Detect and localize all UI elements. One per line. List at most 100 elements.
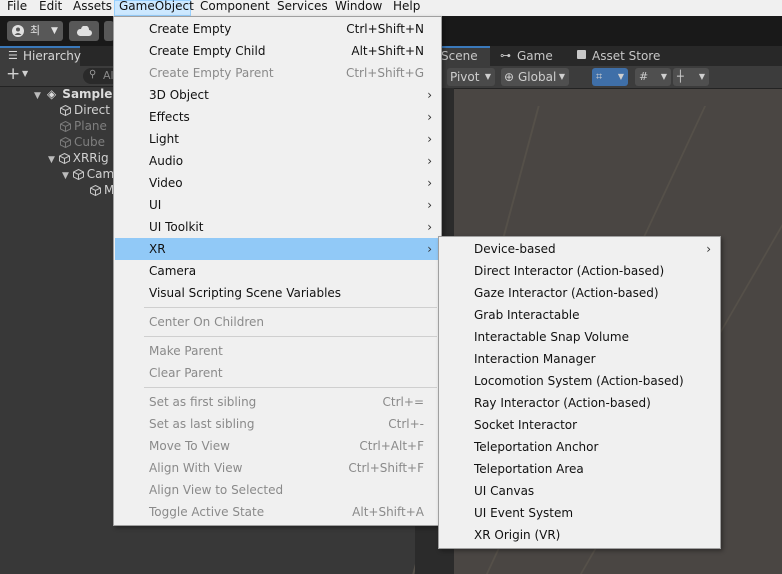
menu-edit[interactable]: Edit	[35, 0, 66, 16]
cloud-button[interactable]	[69, 21, 99, 41]
chevron-right-icon: ›	[427, 220, 432, 234]
menu-item-video[interactable]: Video ›	[115, 172, 440, 194]
chevron-right-icon: ›	[427, 154, 432, 168]
menu-item-teleportation-anchor[interactable]: Teleportation Anchor	[440, 436, 719, 458]
menu-item-interaction-manager[interactable]: Interaction Manager	[440, 348, 719, 370]
menu-item-make-parent[interactable]: Make Parent	[115, 340, 440, 362]
chevron-down-icon: ▼	[558, 72, 565, 81]
search-placeholder: Al	[103, 69, 114, 82]
menu-help[interactable]: Help	[389, 0, 424, 16]
pivot-toggle[interactable]: Pivot ▼	[447, 68, 495, 86]
menu-item-gaze-interactor[interactable]: Gaze Interactor (Action-based)	[440, 282, 719, 304]
menu-separator	[144, 336, 437, 337]
menu-item-locomotion-system[interactable]: Locomotion System (Action-based)	[440, 370, 719, 392]
menu-item-set-as-first-sibling[interactable]: Set as first sibling Ctrl+=	[115, 391, 440, 413]
menu-item-light[interactable]: Light ›	[115, 128, 440, 150]
increment-snap-button[interactable]: # ▼	[635, 68, 671, 86]
gamepad-icon: ⊶	[500, 49, 511, 62]
snap-increment-icon: #	[639, 70, 649, 83]
shortcut: Alt+Shift+A	[352, 505, 424, 519]
shortcut: Ctrl+Alt+F	[359, 439, 424, 453]
pivot-label: Pivot	[450, 70, 480, 84]
menu-item-create-empty-child[interactable]: Create Empty Child Alt+Shift+N	[115, 40, 440, 62]
tree-item[interactable]: Direct	[60, 102, 110, 118]
tree-item-label: Cam	[86, 167, 115, 181]
chevron-right-icon: ›	[427, 198, 432, 212]
tree-item[interactable]: Cube	[60, 134, 105, 150]
tab-game[interactable]: ⊶ Game	[498, 46, 568, 66]
unity-scene-icon: ◈	[46, 87, 57, 101]
menu-file[interactable]: File	[3, 0, 31, 16]
tree-item[interactable]: ▼ XRRig	[48, 150, 109, 166]
menu-item-ui-event-system[interactable]: UI Event System	[440, 502, 719, 524]
search-icon: ⚲	[89, 69, 97, 80]
gameobject-menu: Create Empty Ctrl+Shift+N Create Empty C…	[113, 16, 442, 526]
menu-item-grab-interactable[interactable]: Grab Interactable	[440, 304, 719, 326]
menu-item-camera[interactable]: Camera	[115, 260, 440, 282]
menu-gameobject[interactable]: GameObject	[114, 0, 194, 16]
tab-hierarchy[interactable]: ☰ Hierarchy	[0, 46, 81, 66]
menu-item-teleportation-area[interactable]: Teleportation Area	[440, 458, 719, 480]
menu-item-visual-scripting-scene-variables[interactable]: Visual Scripting Scene Variables	[115, 282, 440, 304]
tree-item[interactable]: ▼ Cam	[62, 166, 114, 182]
add-icon[interactable]: +	[6, 64, 20, 84]
menu-separator	[144, 387, 437, 388]
menu-item-direct-interactor[interactable]: Direct Interactor (Action-based)	[440, 260, 719, 282]
chevron-right-icon: ›	[706, 242, 711, 256]
menu-component[interactable]: Component	[196, 0, 274, 16]
menu-item-create-empty[interactable]: Create Empty Ctrl+Shift+N	[115, 18, 440, 40]
gameobject-cube-icon	[72, 169, 84, 180]
tree-item[interactable]: M	[90, 182, 114, 198]
grid-snapping-button[interactable]: ⌗ ▼	[592, 68, 628, 86]
menu-separator	[144, 307, 437, 308]
menu-item-move-to-view[interactable]: Move To View Ctrl+Alt+F	[115, 435, 440, 457]
scene-toolbar: Pivot ▼ ⊕ Global ▼ ⌗ ▼ # ▼ ┼ ▼	[415, 66, 782, 89]
menu-item-align-view-to-selected[interactable]: Align View to Selected	[115, 479, 440, 501]
gameobject-cube-icon	[90, 185, 101, 196]
menu-item-xr[interactable]: XR ›	[115, 238, 440, 260]
menu-item-ui[interactable]: UI ›	[115, 194, 440, 216]
menu-item-audio[interactable]: Audio ›	[115, 150, 440, 172]
menu-item-xr-origin-vr[interactable]: XR Origin (VR)	[440, 524, 719, 546]
menu-item-ui-toolkit[interactable]: UI Toolkit ›	[115, 216, 440, 238]
menu-item-center-on-children[interactable]: Center On Children	[115, 311, 440, 333]
tab-asset-store-label: Asset Store	[592, 49, 661, 63]
menu-item-ui-canvas[interactable]: UI Canvas	[440, 480, 719, 502]
shortcut: Ctrl+Shift+F	[348, 461, 424, 475]
menu-assets[interactable]: Assets	[69, 0, 116, 16]
menu-item-socket-interactor[interactable]: Socket Interactor	[440, 414, 719, 436]
ruler-snap-button[interactable]: ┼ ▼	[673, 68, 709, 86]
global-toggle[interactable]: ⊕ Global ▼	[501, 68, 569, 86]
menu-item-3d-object[interactable]: 3D Object ›	[115, 84, 440, 106]
gameobject-cube-icon	[58, 153, 70, 164]
menu-services[interactable]: Services	[273, 0, 332, 16]
shortcut: Ctrl+-	[388, 417, 424, 431]
grid-snap-icon: ⌗	[596, 70, 603, 83]
fold-arrow-icon: ▼	[48, 155, 55, 165]
tree-item-label: Cube	[74, 135, 105, 149]
menu-item-toggle-active-state[interactable]: Toggle Active State Alt+Shift+A	[115, 501, 440, 523]
tree-item-scene[interactable]: ▼ ◈ SampleS	[34, 86, 121, 102]
menu-item-clear-parent[interactable]: Clear Parent	[115, 362, 440, 384]
shortcut: Ctrl+=	[382, 395, 424, 409]
menu-item-ray-interactor[interactable]: Ray Interactor (Action-based)	[440, 392, 719, 414]
fold-arrow-icon: ▼	[62, 171, 69, 181]
store-bag-icon	[577, 50, 586, 59]
chevron-down-icon: ▼	[698, 72, 705, 81]
menu-item-create-empty-parent[interactable]: Create Empty Parent Ctrl+Shift+G	[115, 62, 440, 84]
account-dropdown[interactable]: 최 ▼	[7, 21, 63, 41]
menu-window[interactable]: Window	[331, 0, 386, 16]
hierarchy-list-icon: ☰	[8, 49, 18, 62]
menu-item-effects[interactable]: Effects ›	[115, 106, 440, 128]
menu-item-interactable-snap-volume[interactable]: Interactable Snap Volume	[440, 326, 719, 348]
tab-scene-label: Scene	[441, 49, 478, 63]
tab-asset-store[interactable]: Asset Store	[575, 46, 685, 66]
menu-item-set-as-last-sibling[interactable]: Set as last sibling Ctrl+-	[115, 413, 440, 435]
chevron-right-icon: ›	[427, 88, 432, 102]
tree-item[interactable]: Plane	[60, 118, 107, 134]
chevron-right-icon: ›	[427, 242, 432, 256]
menu-item-device-based[interactable]: Device-based ›	[440, 238, 719, 260]
tree-item-label: XRRig	[72, 151, 109, 165]
chevron-down-icon: ▼	[660, 72, 667, 81]
menu-item-align-with-view[interactable]: Align With View Ctrl+Shift+F	[115, 457, 440, 479]
